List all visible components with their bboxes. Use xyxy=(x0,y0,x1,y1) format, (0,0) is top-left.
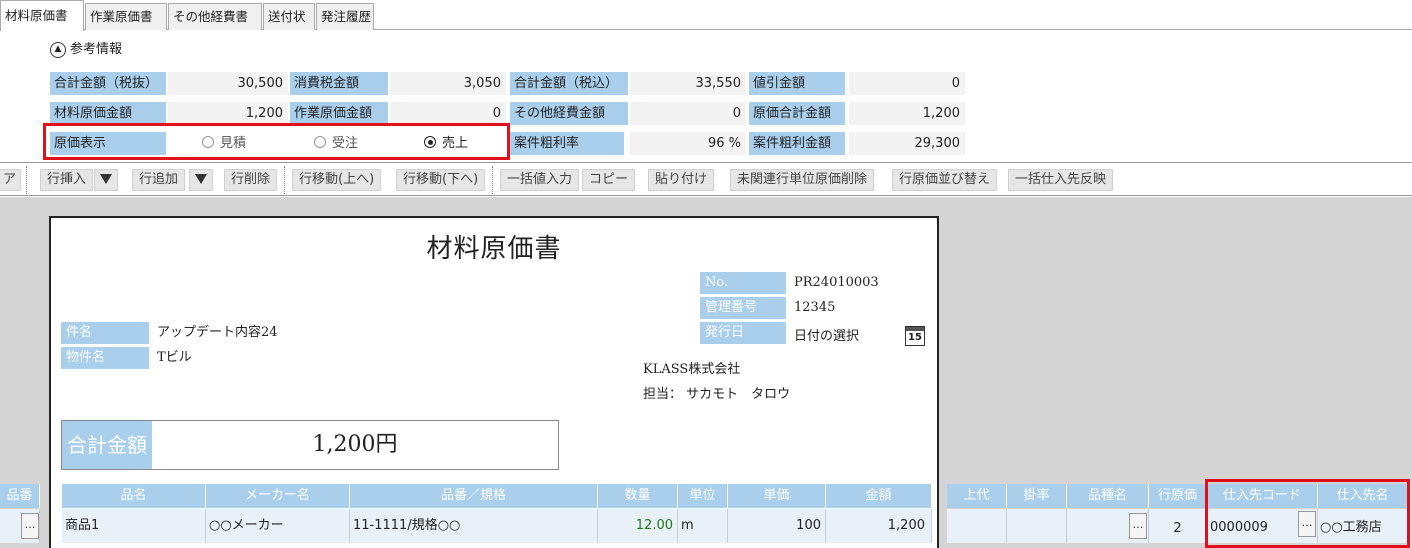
chevron-up-icon: ▲ xyxy=(50,41,66,58)
sort-row-cost-button[interactable]: 行原価並び替え xyxy=(892,169,998,191)
mgmt-no-value: 12345 xyxy=(794,300,836,315)
paste-button[interactable]: 貼り付け xyxy=(648,169,715,191)
doc-no-value: PR24010003 xyxy=(794,275,879,290)
person-in-charge: 担当： サカモト タロウ xyxy=(643,387,791,402)
bulk-input-button[interactable]: 一括値入力 xyxy=(500,169,580,191)
category-lookup-button[interactable]: … xyxy=(1129,513,1147,539)
reference-info-toggle[interactable]: ▲ 参考情報 xyxy=(50,40,122,60)
grid-header-row-cost: 行原価 xyxy=(1149,484,1207,508)
tab-other-expense[interactable]: その他経費書 xyxy=(168,3,262,30)
clear-button-partial[interactable]: ア xyxy=(0,169,22,191)
grid-cell-maker[interactable]: ○○メーカー xyxy=(206,509,350,543)
insert-row-dropdown[interactable] xyxy=(94,169,118,191)
grid-cell-spec[interactable]: 11-1111/規格○○ xyxy=(350,509,598,543)
move-row-down-button[interactable]: 行移動(下へ) xyxy=(396,169,486,191)
tax-amount-label: 消費税金額 xyxy=(290,72,388,95)
subject-value: アップデート内容24 xyxy=(157,325,278,340)
item-no-lookup-button[interactable]: … xyxy=(21,513,39,539)
total-incl-tax-label: 合計金額（税込） xyxy=(510,72,628,95)
total-amount-label: 合計金額 xyxy=(62,421,152,469)
material-cost-label: 材料原価金額 xyxy=(50,102,166,125)
doc-no-label: No. xyxy=(700,272,786,294)
cost-total-value: 1,200 xyxy=(849,102,965,125)
issue-date-picker[interactable]: 日付の選択 xyxy=(794,326,859,348)
highlight-cost-display xyxy=(43,123,510,160)
total-amount-value: 1,200円 xyxy=(312,432,398,457)
add-row-dropdown[interactable] xyxy=(189,169,213,191)
total-amount-box: 合計金額 1,200円 xyxy=(61,420,559,470)
margin-amount-value: 29,300 xyxy=(849,132,965,155)
grid-header-category: 品種名 xyxy=(1067,484,1149,508)
grid-header-maker: メーカー名 xyxy=(206,484,350,508)
work-cost-label: 作業原価金額 xyxy=(290,102,388,125)
cost-total-label: 原価合計金額 xyxy=(749,102,845,125)
grid-cell-name[interactable]: 商品1 xyxy=(62,509,206,543)
mgmt-no-label: 管理番号 xyxy=(700,297,786,319)
tab-bar: 材料原価書 作業原価書 その他経費書 送付状 発注履歴 xyxy=(0,0,1412,31)
grid-header-item-no-partial: 品番 xyxy=(0,484,40,508)
delete-row-button[interactable]: 行削除 xyxy=(224,169,278,191)
other-expense-value: 0 xyxy=(630,102,746,125)
grid-header-qty: 数量 xyxy=(598,484,678,508)
caret-down-icon xyxy=(195,174,207,184)
move-row-up-button[interactable]: 行移動(上へ) xyxy=(292,169,382,191)
total-excl-tax-label: 合計金額（税抜） xyxy=(50,72,166,95)
calendar-icon[interactable]: 15 xyxy=(905,326,925,346)
total-excl-tax-value: 30,500 xyxy=(168,72,288,95)
grid-header-unit: 単位 xyxy=(678,484,728,508)
margin-amount-label: 案件粗利金額 xyxy=(749,132,845,155)
grid-header-price: 単価 xyxy=(728,484,826,508)
grid-header-rate: 掛率 xyxy=(1007,484,1067,508)
grid-cell-amount[interactable]: 1,200 xyxy=(826,509,932,543)
insert-row-button[interactable]: 行挿入 xyxy=(40,169,94,191)
delete-unrelated-cost-button[interactable]: 未関連行単位原価削除 xyxy=(730,169,875,191)
grid-header-spec: 品番／規格 xyxy=(350,484,598,508)
grid-header-amount: 金額 xyxy=(826,484,932,508)
grid-cell-rate[interactable] xyxy=(1007,509,1067,543)
copy-button[interactable]: コピー xyxy=(582,169,636,191)
total-incl-tax-value: 33,550 xyxy=(630,72,746,95)
discount-label: 値引金額 xyxy=(749,72,845,95)
issue-date-label: 発行日 xyxy=(700,322,786,344)
property-value: Tビル xyxy=(157,350,192,365)
company-name: KLASS株式会社 xyxy=(643,362,741,377)
work-cost-value: 0 xyxy=(390,102,506,125)
material-cost-value: 1,200 xyxy=(168,102,288,125)
grid-header-list-price: 上代 xyxy=(947,484,1007,508)
margin-rate-value: 96 % xyxy=(630,132,746,155)
grid-cell-row-cost[interactable]: 2 xyxy=(1149,509,1207,543)
grid-cell-qty[interactable]: 12.00 xyxy=(598,509,678,543)
tab-material-cost[interactable]: 材料原価書 xyxy=(0,0,84,31)
add-row-button[interactable]: 行追加 xyxy=(132,169,186,191)
highlight-supplier-columns xyxy=(1205,479,1410,548)
grid-cell-unit[interactable]: m xyxy=(678,509,728,543)
discount-value: 0 xyxy=(849,72,965,95)
grid-header-name: 品名 xyxy=(62,484,206,508)
tab-work-cost[interactable]: 作業原価書 xyxy=(85,3,167,30)
margin-rate-label: 案件粗利率 xyxy=(510,132,624,155)
bulk-supplier-button[interactable]: 一括仕入先反映 xyxy=(1008,169,1114,191)
grid-cell-price[interactable]: 100 xyxy=(728,509,826,543)
tax-amount-value: 3,050 xyxy=(390,72,506,95)
toolbar: ア 行挿入 行追加 行削除 行移動(上へ) 行移動(下へ) 一括値入力 コピー … xyxy=(0,162,1412,196)
other-expense-label: その他経費金額 xyxy=(510,102,628,125)
tab-order-history[interactable]: 発注履歴 xyxy=(316,3,374,30)
property-label: 物件名 xyxy=(61,347,149,369)
subject-label: 件名 xyxy=(61,322,149,344)
grid-cell-list-price[interactable] xyxy=(947,509,1007,543)
document-title: 材料原価書 xyxy=(426,234,562,264)
tab-cover-letter[interactable]: 送付状 xyxy=(263,3,315,30)
caret-down-icon xyxy=(100,174,112,184)
